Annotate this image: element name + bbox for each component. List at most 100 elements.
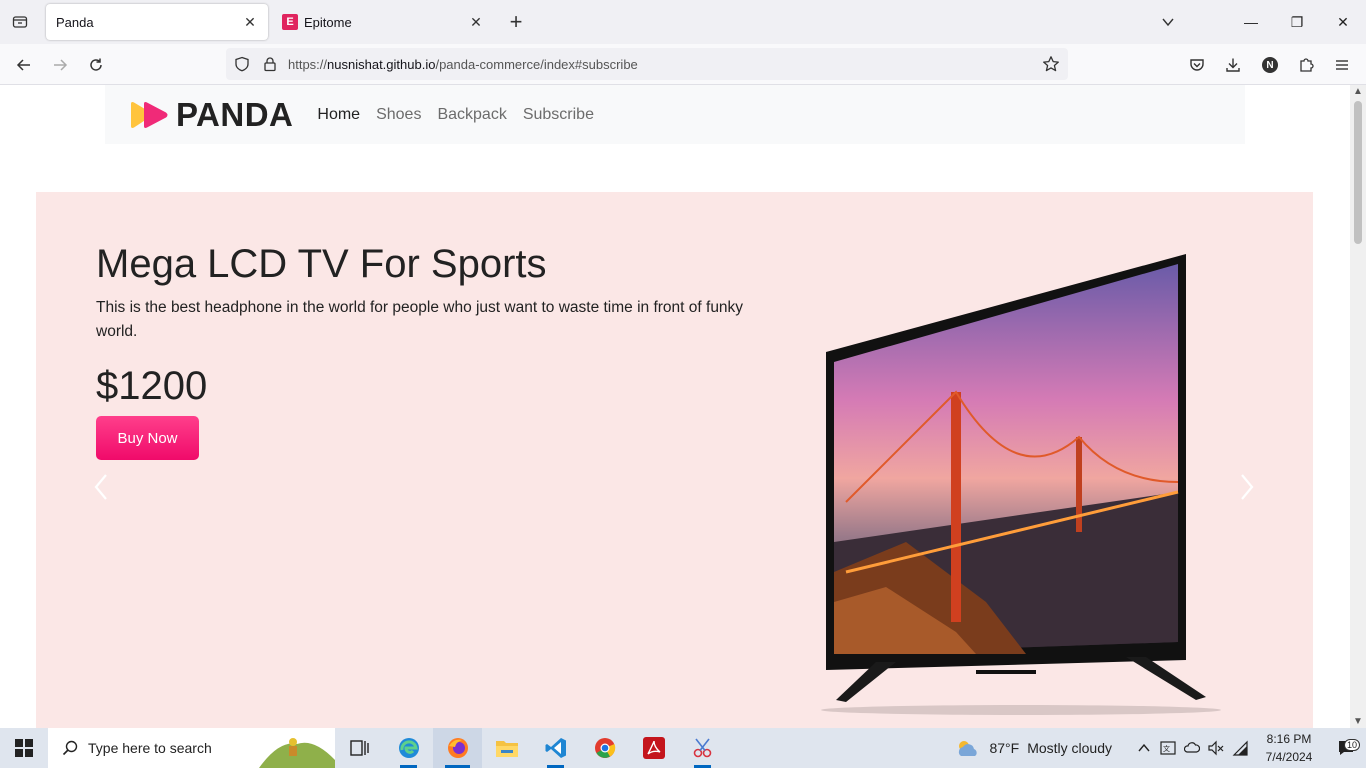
back-button[interactable]	[9, 50, 39, 80]
onedrive-sync-icon	[1184, 742, 1200, 753]
tab-strip: Panda ✕ E Epitome ✕ + — ❐ ✕	[0, 0, 1366, 44]
clock-date: 7/4/2024	[1265, 750, 1313, 764]
scroll-up-icon[interactable]: ▲	[1353, 86, 1363, 97]
forward-arrow-icon	[54, 59, 68, 71]
menu-button[interactable]	[1327, 50, 1357, 80]
chevron-up-icon	[1138, 744, 1150, 752]
taskbar-vscode[interactable]	[531, 728, 580, 768]
taskbar-acrobat[interactable]	[629, 728, 678, 768]
close-icon[interactable]: ✕	[468, 14, 484, 30]
site-navbar: PANDA Home Shoes Backpack Subscribe	[105, 85, 1245, 144]
system-tray: 87°F Mostly cloudy 文 8:16 PM 7/4/2024 10	[955, 728, 1366, 768]
task-view-icon	[349, 740, 369, 756]
nav-link-backpack[interactable]: Backpack	[429, 106, 514, 124]
site-nav-links: Home Shoes Backpack Subscribe	[309, 106, 602, 124]
weather-temperature: 87°F	[989, 740, 1020, 756]
windows-taskbar: Type here to search 87°F Mostly cloudy 文	[0, 728, 1366, 768]
nav-link-subscribe[interactable]: Subscribe	[515, 106, 602, 124]
url-bar[interactable]: https://nusnishat.github.io/panda-commer…	[226, 48, 1068, 80]
taskbar-edge[interactable]	[384, 728, 433, 768]
panda-logo-icon	[131, 101, 168, 128]
epitome-favicon-icon: E	[282, 14, 298, 30]
start-button[interactable]	[0, 728, 48, 768]
url-path: /panda-commerce/index#subscribe	[435, 56, 638, 72]
web-page: PANDA Home Shoes Backpack Subscribe Mega…	[0, 85, 1350, 728]
taskbar-search-box[interactable]: Type here to search	[48, 728, 335, 768]
taskbar-snipping-tool[interactable]	[678, 728, 727, 768]
search-placeholder: Type here to search	[88, 740, 212, 756]
tv-product-image	[821, 254, 1221, 715]
nav-link-shoes[interactable]: Shoes	[368, 106, 429, 124]
back-arrow-icon	[16, 59, 30, 71]
volume-button[interactable]	[1204, 728, 1228, 768]
close-window-button[interactable]: ✕	[1320, 0, 1366, 44]
input-language-button[interactable]: 文	[1156, 728, 1180, 768]
weather-widget[interactable]: 87°F Mostly cloudy	[955, 738, 1112, 758]
edge-icon	[398, 738, 419, 758]
url-prefix: https://	[288, 56, 328, 72]
puzzle-icon	[1300, 58, 1314, 72]
wifi-icon	[1232, 740, 1248, 756]
wifi-button[interactable]	[1228, 728, 1252, 768]
vscode-icon	[545, 738, 566, 758]
lock-icon	[264, 57, 276, 72]
extensions-button[interactable]	[1291, 50, 1321, 80]
url-text[interactable]: https://nusnishat.github.io/panda-commer…	[288, 57, 638, 72]
tab-epitome[interactable]: E Epitome ✕	[272, 4, 494, 40]
carousel-prev-button[interactable]	[86, 472, 116, 502]
hero-title: Mega LCD TV For Sports	[96, 242, 547, 286]
network-sync-button[interactable]	[1180, 728, 1204, 768]
search-icon	[62, 740, 78, 756]
site-logo[interactable]: PANDA	[128, 96, 293, 134]
acrobat-icon	[642, 737, 665, 759]
forward-button[interactable]	[45, 50, 75, 80]
chevron-left-icon	[94, 474, 107, 500]
bookmark-star-icon	[1043, 56, 1059, 72]
pocket-icon	[1190, 59, 1204, 71]
show-hidden-icons-button[interactable]	[1132, 728, 1156, 768]
reload-icon	[90, 58, 102, 71]
minimize-button[interactable]: —	[1228, 0, 1274, 44]
page-scrollbar[interactable]: ▲ ▼	[1350, 85, 1366, 728]
buy-now-button[interactable]: Buy Now	[96, 416, 199, 460]
logo-text: PANDA	[176, 95, 294, 133]
downloads-button[interactable]	[1218, 50, 1248, 80]
tab-title: Panda	[56, 14, 94, 30]
taskbar-clock[interactable]: 8:16 PM 7/4/2024	[1252, 730, 1326, 766]
notification-badge: 10	[1343, 739, 1360, 751]
navigation-toolbar: https://nusnishat.github.io/panda-commer…	[0, 44, 1366, 85]
clock-time: 8:16 PM	[1266, 732, 1312, 746]
snipping-tool-icon	[693, 738, 711, 758]
volume-muted-icon	[1208, 740, 1224, 756]
account-button[interactable]: N	[1255, 50, 1285, 80]
firefox-icon	[447, 738, 468, 758]
tracking-protection-shield-icon	[235, 56, 249, 72]
pocket-button[interactable]	[1182, 50, 1212, 80]
weather-description: Mostly cloudy	[1027, 740, 1112, 756]
chrome-icon	[594, 738, 615, 758]
restore-button[interactable]: ❐	[1274, 0, 1320, 44]
chevron-down-icon	[1162, 18, 1174, 27]
window-controls: — ❐ ✕	[1228, 0, 1366, 44]
folder-icon	[495, 741, 518, 757]
url-host: nusnishat.github.io	[327, 56, 436, 72]
download-icon	[1226, 58, 1240, 72]
close-icon[interactable]: ✕	[242, 14, 258, 30]
scroll-down-icon[interactable]: ▼	[1353, 716, 1363, 727]
svg-text:文: 文	[1163, 744, 1170, 753]
taskbar-file-explorer[interactable]	[482, 728, 531, 768]
tab-panda[interactable]: Panda ✕	[46, 4, 268, 40]
scrollbar-thumb[interactable]	[1354, 101, 1362, 244]
hamburger-menu-icon	[1336, 60, 1348, 70]
notifications-button[interactable]: 10	[1326, 739, 1366, 757]
firefox-view-button[interactable]	[6, 8, 34, 36]
task-view-button[interactable]	[335, 728, 384, 768]
reload-button[interactable]	[81, 50, 111, 80]
keyboard-language-icon: 文	[1160, 741, 1176, 755]
new-tab-button[interactable]: +	[502, 8, 530, 36]
list-all-tabs-button[interactable]	[1154, 8, 1182, 36]
taskbar-firefox[interactable]	[433, 728, 482, 768]
taskbar-chrome[interactable]	[580, 728, 629, 768]
hero-description: This is the best headphone in the world …	[96, 299, 744, 340]
nav-link-home[interactable]: Home	[309, 106, 368, 124]
